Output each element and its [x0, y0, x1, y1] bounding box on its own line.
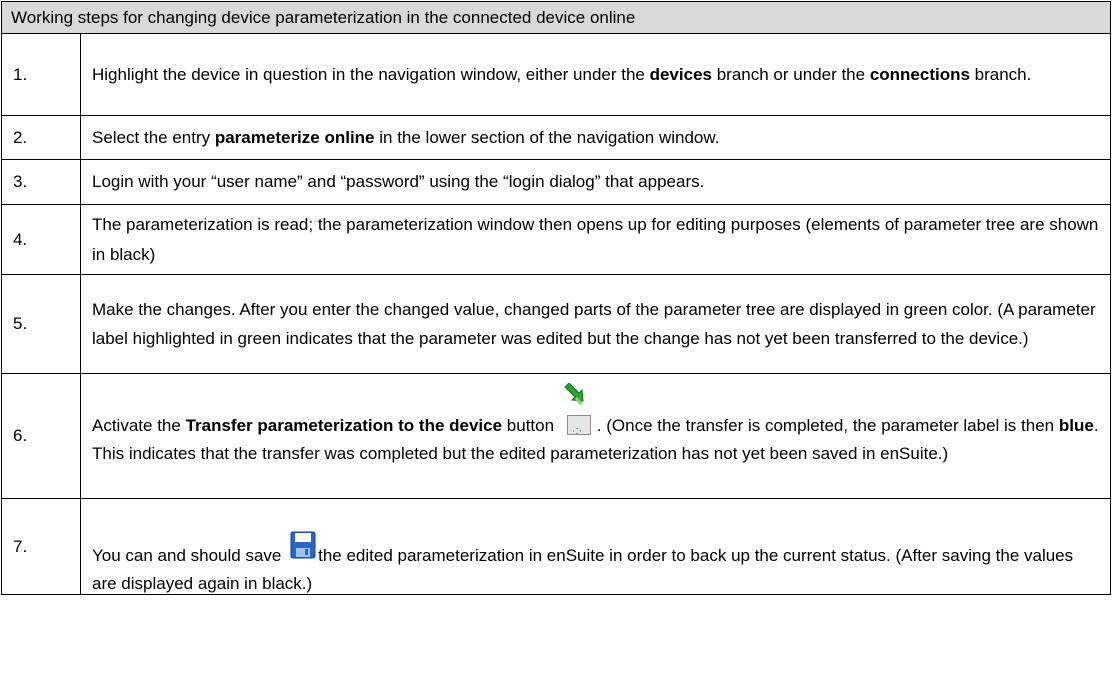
step-number: 2.: [2, 116, 81, 159]
transfer-to-device-icon: [563, 383, 595, 445]
table-row: 2. Select the entry parameterize online …: [2, 116, 1110, 160]
table-row: 5. Make the changes. After you enter the…: [2, 275, 1110, 374]
step-text: You can and should save the edited param…: [81, 499, 1110, 594]
table-row: 7. You can and should save the edited pa…: [2, 499, 1110, 594]
step-text: Login with your “user name” and “passwor…: [92, 172, 705, 191]
step-number: 4.: [2, 205, 81, 274]
step-number: 5.: [2, 275, 81, 373]
table-row: 1. Highlight the device in question in t…: [2, 34, 1110, 116]
step-text: Highlight the device in question in the …: [92, 64, 1032, 84]
step-text: Make the changes. After you enter the ch…: [92, 300, 1096, 348]
table-header: Working steps for changing device parame…: [2, 2, 1110, 34]
step-number: 7.: [2, 499, 81, 594]
steps-table: Working steps for changing device parame…: [1, 1, 1111, 595]
step-number: 6.: [2, 374, 81, 498]
step-number: 3.: [2, 160, 81, 204]
step-text: The parameterization is read; the parame…: [92, 214, 1099, 264]
table-row: 4. The parameterization is read; the par…: [2, 205, 1110, 275]
save-icon: [290, 531, 316, 565]
table-row: 3. Login with your “user name” and “pass…: [2, 160, 1110, 205]
step-number: 1.: [2, 34, 81, 115]
table-row: 6. Activate the Transfer parameterizatio…: [2, 374, 1110, 499]
step-text: Select the entry parameterize online in …: [92, 127, 720, 147]
step-text: Activate the Transfer parameterization t…: [81, 374, 1110, 498]
